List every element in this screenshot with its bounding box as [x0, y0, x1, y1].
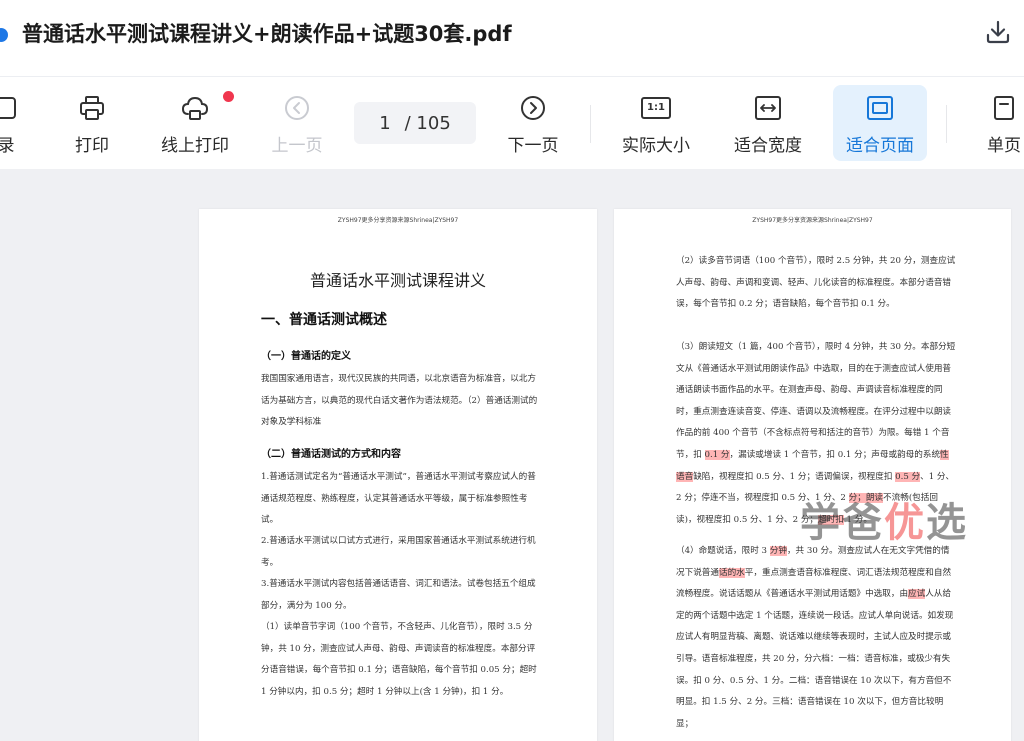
doc-title: 普通话水平测试课程讲义 — [309, 271, 486, 290]
page-header: ZYSH97更多分享资源来源Shrinea|ZYSH97 — [337, 217, 459, 224]
online-print-button[interactable]: 线上打印 — [152, 85, 238, 161]
highlight: 话的水 — [718, 567, 745, 578]
pdf-page-1: ZYSH97更多分享资源来源Shrinea|ZYSH97 普通话水平测试课程讲义… — [199, 209, 597, 741]
pdf-page-2: ZYSH97更多分享资源来源Shrinea|ZYSH97 （2）读多音节词语（1… — [614, 209, 1011, 741]
fit-width-icon — [755, 96, 781, 120]
page-header: ZYSH97更多分享资源来源Shrinea|ZYSH97 — [752, 217, 873, 224]
watermark-logo: 学爸优选 — [800, 500, 968, 546]
online-print-label: 线上打印 — [161, 136, 229, 156]
paragraph: （2）读多音节词语（100 个音节），限时 2.5 分钟，共 20 分，测查应试… — [676, 256, 956, 310]
total-pages: / 105 — [404, 112, 451, 134]
document-title: 普通话水平测试课程讲义+朗读作品+试题30套.pdf — [22, 22, 512, 46]
highlight: 0.1 分 — [704, 449, 730, 460]
paragraph: 3.普通话水平测试内容包括普通话语音、词汇和语法。试卷包括五个组成部分，满分为 … — [261, 579, 536, 611]
notification-badge — [223, 91, 234, 102]
highlight: 分钟 — [769, 546, 787, 556]
current-page-input[interactable]: 1 — [379, 113, 390, 134]
subsection-heading: （一）普通话的定义 — [261, 351, 351, 362]
chevron-left-icon — [285, 96, 309, 120]
printer-icon — [80, 96, 104, 120]
download-icon — [986, 20, 1010, 44]
prev-page-button[interactable]: 上一页 — [266, 85, 328, 161]
section-heading: 一、普通话测试概述 — [261, 312, 387, 328]
single-page-label: 单页 — [987, 136, 1021, 156]
title-bar: 普通话水平测试课程讲义+朗读作品+试题30套.pdf — [0, 0, 1024, 76]
catalog-icon — [0, 97, 16, 119]
prev-page-label: 上一页 — [271, 136, 323, 156]
download-button[interactable] — [980, 14, 1016, 50]
actual-size-button[interactable]: 1:1 实际大小 — [616, 85, 696, 161]
highlight: 0.5 分 — [895, 471, 921, 482]
paragraph: 2.普通话水平测试以口试方式进行，采用国家普通话水平测试系统进行机考。 — [261, 536, 536, 568]
single-page-icon — [994, 96, 1014, 120]
print-button[interactable]: 打印 — [66, 85, 118, 161]
paragraph: （4）命题说话，限时 3 分钟，共 30 分。测查应试人在无文字凭借的情况下说普… — [676, 546, 954, 729]
next-page-button[interactable]: 下一页 — [502, 85, 564, 161]
fit-width-label: 适合宽度 — [734, 136, 802, 156]
single-page-button[interactable]: 单页 — [980, 85, 1024, 161]
next-page-label: 下一页 — [507, 136, 559, 156]
toolbar-separator — [590, 105, 591, 143]
catalog-button[interactable]: 录 — [0, 85, 26, 161]
print-label: 打印 — [75, 136, 109, 156]
document-viewer[interactable]: ZYSH97更多分享资源来源Shrinea|ZYSH97 普通话水平测试课程讲义… — [0, 169, 1024, 741]
highlight: 应试 — [908, 589, 926, 600]
page-indicator[interactable]: 1 / 105 — [354, 102, 476, 144]
actual-size-label: 实际大小 — [622, 136, 690, 156]
cloud-print-icon — [181, 96, 209, 120]
paragraph: 我国国家通用语言，现代汉民族的共同语，以北京语音为标准音，以北方话为基础方言，以… — [261, 374, 538, 427]
subsection-heading: （二）普通话测试的方式和内容 — [261, 449, 401, 460]
paragraph: 1.普通话测试定名为“普通话水平测试”，普通话水平测试考察应试人的普通话规范程度… — [261, 472, 536, 525]
actual-size-icon-text: 1:1 — [647, 102, 665, 113]
fit-width-button[interactable]: 适合宽度 — [728, 85, 808, 161]
toolbar-separator — [946, 105, 947, 143]
catalog-label: 录 — [0, 136, 15, 156]
toolbar: 录 打印 线上打印 上一页 1 / 105 下一页 1:1 实际大小 适合宽度 … — [0, 77, 1024, 169]
fit-page-label: 适合页面 — [846, 136, 914, 156]
app-logo-icon — [0, 28, 8, 42]
fit-page-icon — [867, 96, 893, 120]
chevron-right-icon — [521, 96, 545, 120]
fit-page-button[interactable]: 适合页面 — [833, 85, 927, 161]
paragraph: （1）读单音节字词（100 个音节，不含轻声、儿化音节），限时 3.5 分钟，共… — [261, 622, 537, 697]
